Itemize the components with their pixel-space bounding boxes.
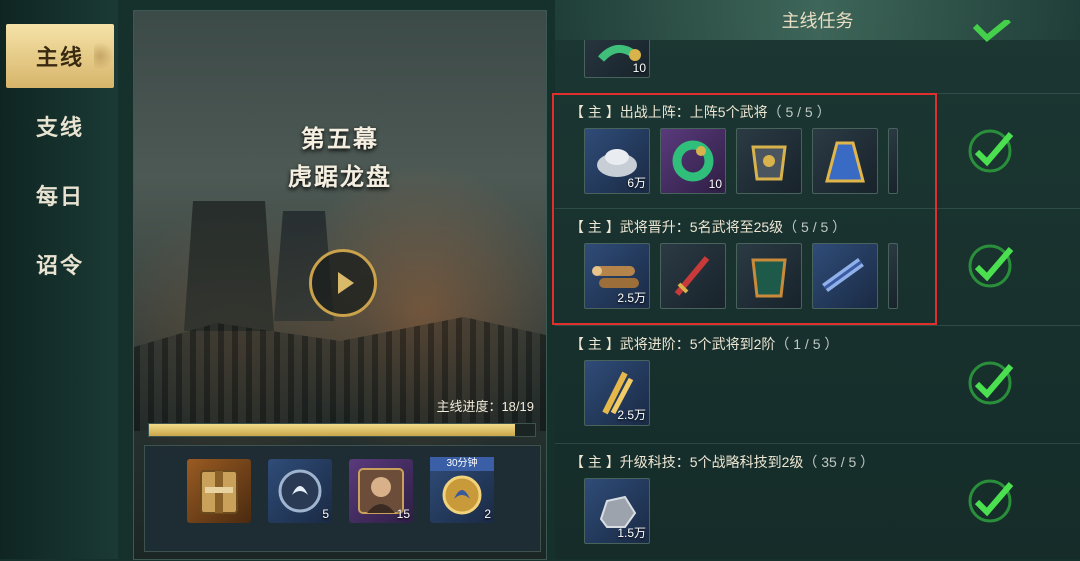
fortress-illustration: [184, 201, 274, 331]
speedup-token-icon[interactable]: 5: [268, 459, 332, 523]
jade-dragon-icon[interactable]: 10: [660, 128, 726, 194]
silver-ingot-icon[interactable]: 6万: [584, 128, 650, 194]
tab-label: 每日: [35, 184, 84, 209]
play-button[interactable]: [309, 249, 377, 317]
tab-daily[interactable]: 每日: [6, 163, 114, 227]
task-row: 【 主 】出战上阵：上阵5个武将（ 5 / 5 ） 6万 10: [555, 93, 1080, 211]
stone-icon[interactable]: 1.5万: [584, 478, 650, 544]
tab-label: 诏令: [35, 253, 84, 278]
reward-count: 6万: [627, 176, 646, 190]
reward-count: 2.5万: [617, 408, 646, 422]
task-title: 【 主 】武将晋升：5名武将至25级（ 5 / 5 ）: [570, 219, 847, 235]
check-icon[interactable]: [963, 356, 1017, 410]
reward-count: 15: [396, 507, 410, 521]
armor-icon[interactable]: [736, 243, 802, 309]
check-icon[interactable]: [963, 239, 1017, 293]
reward-count: 5: [322, 507, 329, 521]
main-progress-label: 主线进度：18/19: [436, 399, 534, 414]
chapter-name: 虎踞龙盘: [288, 164, 392, 191]
tab-decree[interactable]: 诏令: [6, 232, 114, 296]
hidden-reward-slot: [888, 128, 898, 194]
sword-icon[interactable]: [660, 243, 726, 309]
hero-puzzle-icon[interactable]: 15: [349, 459, 413, 523]
tab-column: 主线 支线 每日 诏令: [0, 0, 118, 559]
check-icon[interactable]: [963, 124, 1017, 178]
tab-label: 主线: [35, 45, 84, 70]
scroll-graphic: [822, 257, 864, 293]
reward-count: 2: [484, 507, 491, 521]
cloak-icon[interactable]: [812, 128, 878, 194]
task-title: 【 主 】出战上阵：上阵5个武将（ 5 / 5 ）: [570, 104, 831, 120]
sword-graphic: [674, 256, 710, 296]
armor-graphic: [751, 258, 787, 298]
task-row: 【 主 】武将进阶：5个武将到2阶（ 1 / 5 ） 2.5万: [555, 325, 1080, 443]
hidden-reward-slot: [888, 243, 898, 309]
main-task-panel: 主线任务 10 【 主 】出战上阵：上阵5个武将（ 5 / 5 ） 6万 10 …: [555, 0, 1080, 559]
check-icon[interactable]: [963, 20, 1017, 50]
tab-label: 支线: [35, 115, 84, 140]
tab-side-quest[interactable]: 支线: [6, 94, 114, 158]
timer-label: 30分钟: [430, 457, 494, 471]
task-title: 【 主 】升级科技：5个战略科技到2级（ 35 / 5 ）: [570, 454, 875, 470]
main-progress-bar: [148, 423, 536, 437]
check-icon[interactable]: [963, 474, 1017, 528]
reward-count: 10: [632, 61, 646, 75]
task-row: 【 主 】武将晋升：5名武将至25级（ 5 / 5 ） 2.5万: [555, 208, 1080, 326]
armor-graphic: [751, 145, 787, 181]
tab-main-quest[interactable]: 主线: [6, 24, 114, 88]
book-icon-graphic: [200, 470, 238, 514]
reward-count: 2.5万: [617, 291, 646, 305]
wheat-icon[interactable]: 2.5万: [584, 360, 650, 426]
chapter-scene-panel: 第五幕 虎踞龙盘 主线进度：18/19 5 15 30分钟 2: [133, 10, 547, 560]
task-row: 【 主 】升级科技：5个战略科技到2级（ 35 / 5 ） 1.5万: [555, 443, 1080, 561]
reward-count: 1.5万: [617, 526, 646, 540]
timed-speedup-icon[interactable]: 30分钟 2: [430, 457, 494, 523]
main-progress-fill: [149, 424, 515, 436]
scroll-icon[interactable]: [812, 243, 878, 309]
reward-count: 10: [708, 177, 722, 191]
chapter-reward-bar: 5 15 30分钟 2: [144, 445, 541, 552]
armor-icon[interactable]: [736, 128, 802, 194]
task-title: 【 主 】武将进阶：5个武将到2阶（ 1 / 5 ）: [570, 336, 839, 352]
chapter-act: 第五幕: [301, 126, 379, 153]
wood-logs-icon[interactable]: 2.5万: [584, 243, 650, 309]
cloak-graphic: [825, 141, 865, 183]
book-icon[interactable]: [187, 459, 251, 523]
